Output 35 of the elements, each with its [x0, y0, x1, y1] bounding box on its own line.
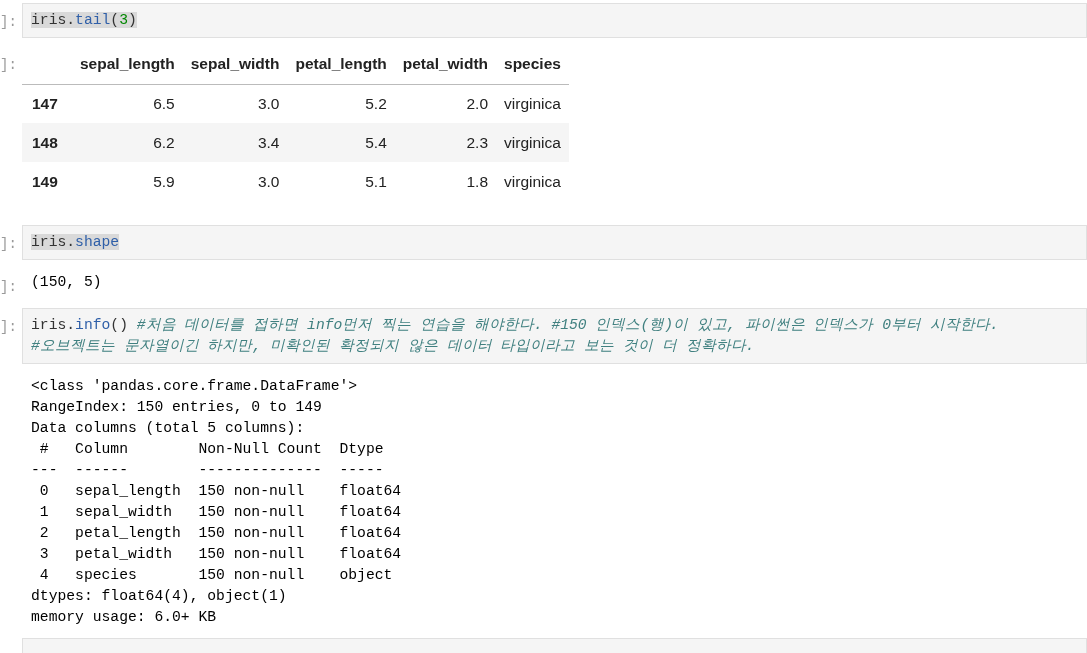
output-text: <class 'pandas.core.frame.DataFrame'> RangeIndex: 150 entries, 0 to 149 Data columns (total 5 columns): # Column Non-Null Count Dtype --- ------ -------------- ----- 0 sepal_length 150 non-null float64 1 sepal_width 150 non-null float64 2 petal_length 150 non-null float64 3 petal_width 150 non-null float64 4 species 150 non-null object dtypes: float64(4), object(1) memory usage: 6.0+ KB [30, 377, 403, 627]
code-input-cell[interactable]: iris.shape [22, 225, 1087, 260]
table-cell: 6.2 [72, 123, 183, 162]
table-cell: virginica [496, 84, 569, 123]
column-header: petal_length [287, 44, 395, 84]
table-cell: 2.3 [394, 123, 497, 162]
row-index: 148 [22, 123, 72, 162]
cell-prompt: ]: [0, 279, 17, 295]
code-line: iris.info() #처음 데이터를 접하면 info먼저 찍는 연습을 해야한다. #150 인덱스(행)이 있고, 파이썬은 인덱스가 0부터 시작한다. [31, 317, 999, 333]
table-cell: 6.5 [72, 84, 183, 123]
cell-prompt: ]: [0, 57, 17, 73]
row-index: 149 [22, 162, 72, 201]
cell-prompt: ]: [0, 14, 17, 30]
column-header: sepal_length [72, 44, 183, 84]
column-header: species [496, 44, 569, 84]
table-cell: 3.0 [182, 162, 288, 201]
table-cell: 3.4 [182, 123, 288, 162]
table-cell: 3.0 [182, 84, 288, 123]
table-cell: 5.9 [72, 162, 183, 201]
cell-prompt: ]: [0, 236, 17, 252]
table-cell: 5.1 [287, 162, 395, 201]
table-cell: 2.0 [394, 84, 497, 123]
table-cell: 1.8 [394, 162, 497, 201]
table-cell: virginica [496, 162, 569, 201]
code-input-cell[interactable]: iris.tail(3) [22, 3, 1087, 38]
table-cell: 5.4 [287, 123, 395, 162]
table-cell: 5.2 [287, 84, 395, 123]
table-cell: virginica [496, 123, 569, 162]
code-line: #오브젝트는 문자열이긴 하지만, 미확인된 확정되지 않은 데이터 타입이라고 보는 것이 더 정확하다. [31, 338, 755, 354]
row-index: 147 [22, 84, 72, 123]
output-text: (150, 5) [30, 273, 103, 292]
code-input-cell[interactable]: iris.info() #처음 데이터를 접하면 info먼저 찍는 연습을 해야한다. #150 인덱스(행)이 있고, 파이썬은 인덱스가 0부터 시작한다. #오브젝트는 문자열이긴 하지만, 미확인된 확정되지 않은 데이터 타입이라고 보는 것이 더 정확하다. [22, 308, 1087, 364]
column-header: sepal_width [182, 44, 288, 84]
column-header: petal_width [394, 44, 497, 84]
cell-prompt: ]: [0, 319, 17, 335]
